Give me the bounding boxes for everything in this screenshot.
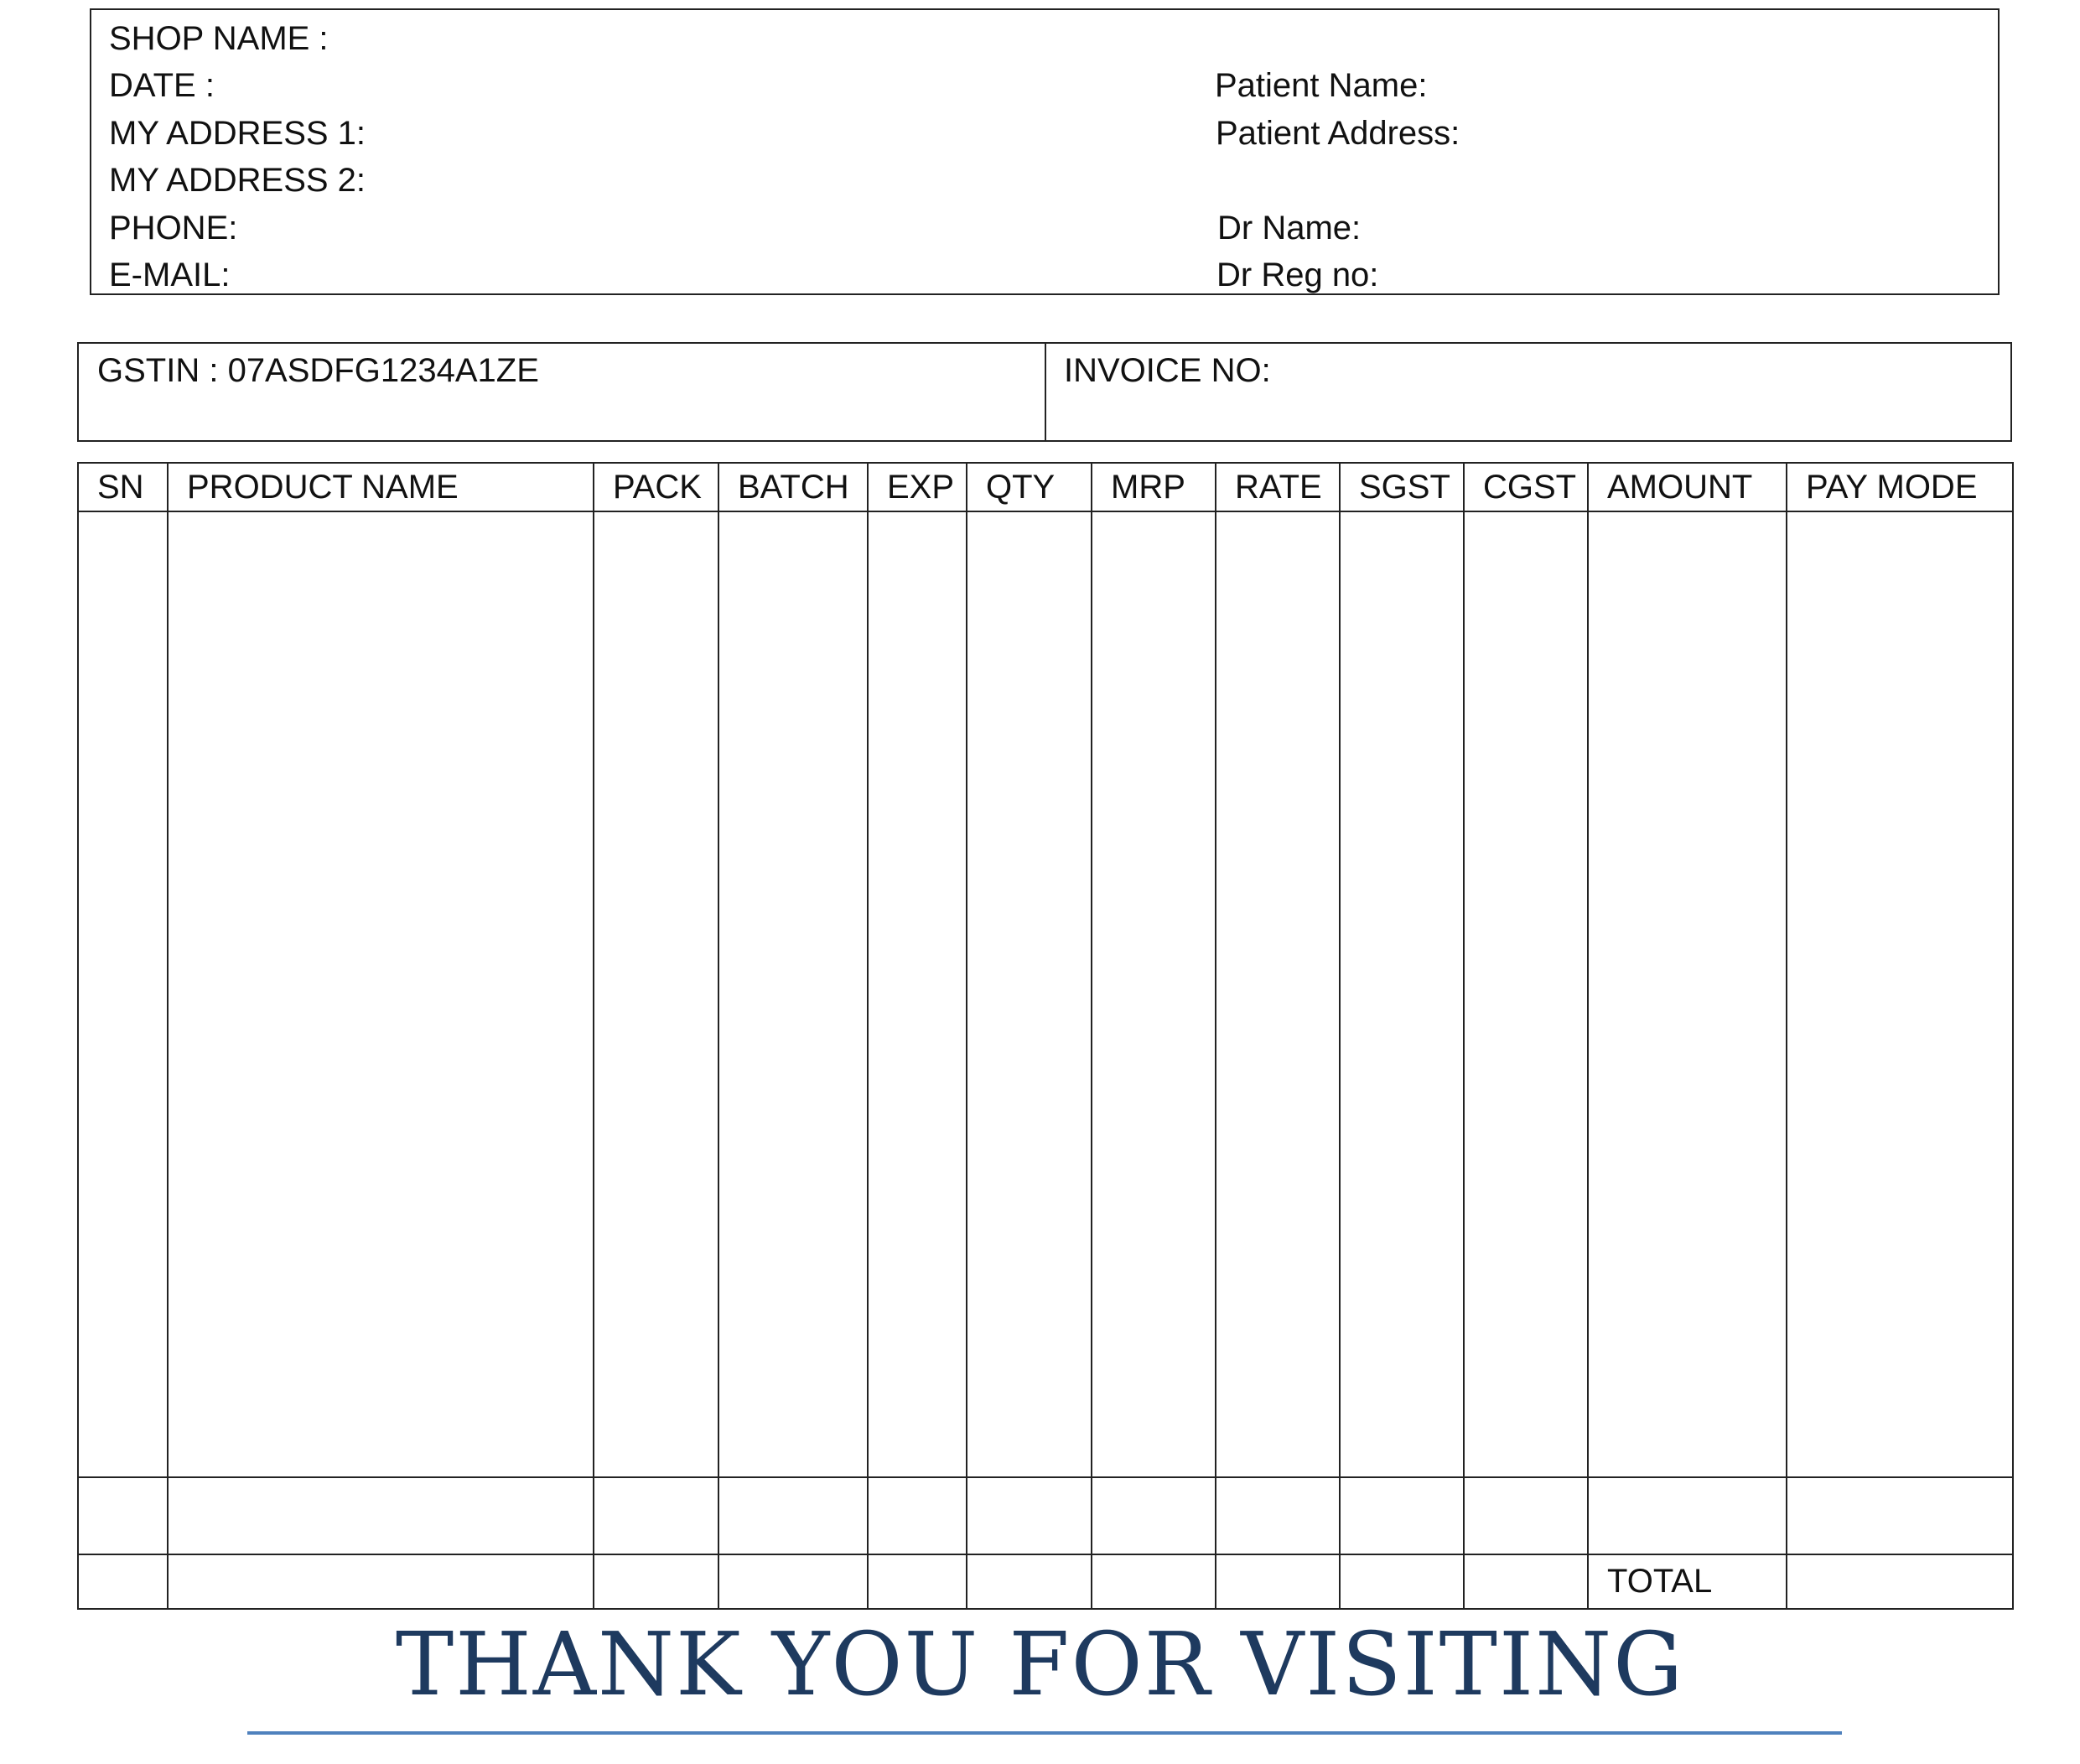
table-cell xyxy=(1463,1554,1589,1610)
table-row xyxy=(77,1476,2014,1555)
table-cell xyxy=(1463,511,1589,1478)
table-cell xyxy=(966,1554,1092,1610)
column-header-rate: RATE xyxy=(1215,462,1341,512)
table-cell xyxy=(1339,511,1465,1478)
phone-label: PHONE: xyxy=(109,210,238,246)
thank-you-message: THANK YOU FOR VISITING xyxy=(395,1613,1685,1715)
total-row: TOTAL xyxy=(77,1554,2014,1610)
doctor-name-label: Dr Name: xyxy=(1217,210,1362,246)
table-cell xyxy=(966,511,1092,1478)
shop-name-label: SHOP NAME : xyxy=(109,20,329,57)
footer-rule xyxy=(247,1731,1842,1735)
column-header-qty: QTY xyxy=(966,462,1092,512)
table-cell xyxy=(77,511,169,1478)
total-label: TOTAL xyxy=(1587,1554,1787,1610)
table-cell xyxy=(77,1476,169,1555)
table-cell xyxy=(1587,1476,1787,1555)
column-header-sn: SN xyxy=(77,462,169,512)
table-cell xyxy=(1091,1554,1216,1610)
table-cell xyxy=(718,1476,869,1555)
table-cell xyxy=(1463,1476,1589,1555)
table-cell xyxy=(867,511,967,1478)
table-cell xyxy=(1091,1476,1216,1555)
table-cell xyxy=(593,1554,719,1610)
column-header-pack: PACK xyxy=(593,462,719,512)
gstin-invoice-box: GSTIN : 07ASDFG1234A1ZE INVOICE NO: xyxy=(77,342,2012,442)
table-cell xyxy=(718,511,869,1478)
gstin-invoice-divider xyxy=(1045,344,1046,440)
invoice-number-label: INVOICE NO: xyxy=(1064,352,1271,389)
column-header-mrp: MRP xyxy=(1091,462,1216,512)
column-header-batch: BATCH xyxy=(718,462,869,512)
address1-label: MY ADDRESS 1: xyxy=(109,115,366,152)
address2-label: MY ADDRESS 2: xyxy=(109,162,366,199)
table-header-row: SN PRODUCT NAME PACK BATCH EXP QTY MRP R… xyxy=(77,462,2014,512)
table-cell xyxy=(1215,1476,1341,1555)
table-cell xyxy=(593,511,719,1478)
table-cell xyxy=(1215,511,1341,1478)
table-cell xyxy=(867,1476,967,1555)
table-cell xyxy=(593,1476,719,1555)
column-header-exp: EXP xyxy=(867,462,967,512)
table-cell xyxy=(167,511,594,1478)
total-value-cell xyxy=(1786,1554,2014,1610)
table-cell xyxy=(718,1554,869,1610)
seller-patient-info-box: SHOP NAME : DATE : MY ADDRESS 1: MY ADDR… xyxy=(90,8,2000,295)
table-cell xyxy=(1339,1554,1465,1610)
table-row xyxy=(77,511,2014,1478)
doctor-reg-label: Dr Reg no: xyxy=(1216,257,1379,293)
table-cell xyxy=(167,1476,594,1555)
table-cell xyxy=(966,1476,1092,1555)
column-header-sgst: SGST xyxy=(1339,462,1465,512)
table-cell xyxy=(1339,1476,1465,1555)
column-header-amount: AMOUNT xyxy=(1587,462,1787,512)
date-label: DATE : xyxy=(109,67,215,104)
column-header-product-name: PRODUCT NAME xyxy=(167,462,594,512)
table-cell xyxy=(867,1554,967,1610)
email-label: E-MAIL: xyxy=(109,257,231,293)
patient-address-label: Patient Address: xyxy=(1216,115,1460,152)
table-cell xyxy=(1215,1554,1341,1610)
table-cell xyxy=(1091,511,1216,1478)
table-cell xyxy=(1786,511,2014,1478)
items-table: SN PRODUCT NAME PACK BATCH EXP QTY MRP R… xyxy=(77,462,2014,1610)
table-cell xyxy=(167,1554,594,1610)
table-cell xyxy=(77,1554,169,1610)
table-cell xyxy=(1587,511,1787,1478)
table-cell xyxy=(1786,1476,2014,1555)
column-header-cgst: CGST xyxy=(1463,462,1589,512)
gstin-text: GSTIN : 07ASDFG1234A1ZE xyxy=(97,352,539,389)
patient-name-label: Patient Name: xyxy=(1215,67,1428,104)
column-header-pay-mode: PAY MODE xyxy=(1786,462,2014,512)
